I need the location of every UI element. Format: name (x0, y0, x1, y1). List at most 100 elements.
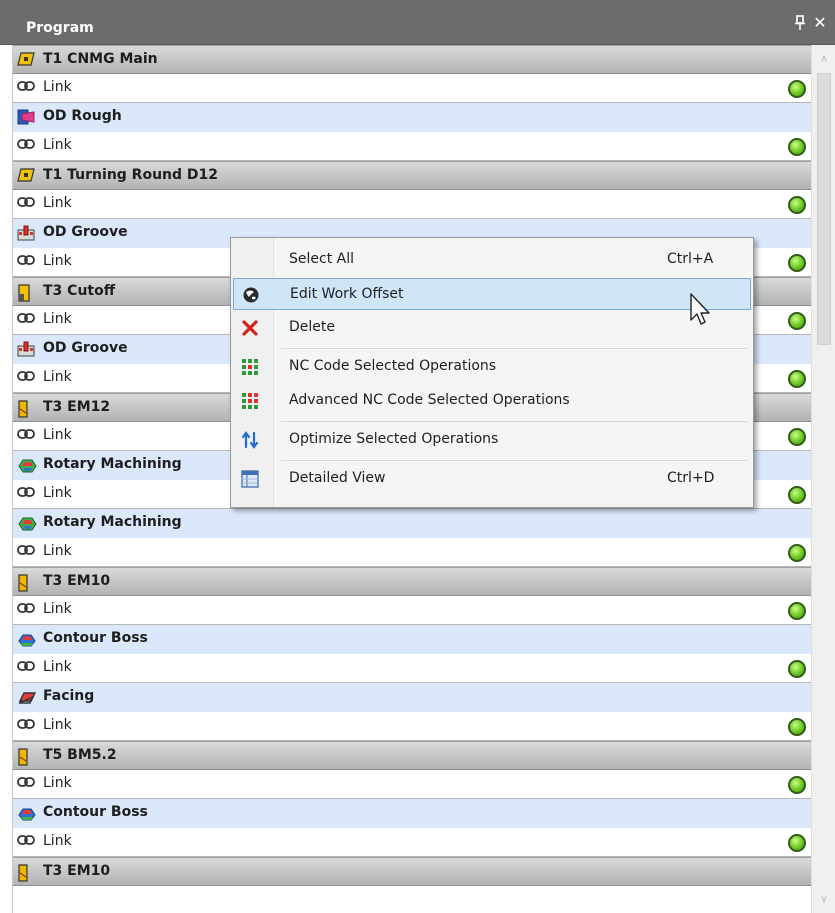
globe-icon (242, 286, 260, 304)
operation-row[interactable]: Facing (13, 683, 812, 712)
menu-item-nc-code-selected[interactable]: NC Code Selected Operations (233, 351, 751, 383)
link-icon (17, 602, 35, 618)
rotary-machining-icon (17, 457, 37, 473)
row-label: Rotary Machining (43, 514, 182, 530)
link-icon (17, 254, 35, 270)
row-label: Link (43, 659, 72, 675)
groove-operation-icon (17, 341, 35, 357)
scroll-down-arrow-icon[interactable]: ∨ (812, 885, 835, 913)
row-label: Link (43, 79, 72, 95)
row-label: T3 EM10 (43, 573, 111, 589)
menu-separator (281, 460, 747, 461)
menu-item-select-all[interactable]: Select All Ctrl+A (233, 244, 751, 276)
row-label: T5 BM5.2 (43, 747, 117, 763)
link-icon (17, 138, 35, 154)
status-ok-icon (788, 544, 806, 562)
panel-title: Program (26, 20, 94, 36)
row-label: T3 EM10 (43, 863, 111, 879)
row-label: Link (43, 137, 72, 153)
menu-item-edit-work-offset[interactable]: Edit Work Offset (233, 278, 751, 310)
endmill-tool-icon (17, 748, 35, 766)
menu-separator (281, 348, 747, 349)
operation-row[interactable]: Rotary Machining (13, 509, 812, 538)
row-label: Link (43, 253, 72, 269)
insert-tool-icon (17, 168, 35, 184)
tool-row[interactable]: T1 CNMG Main (13, 45, 812, 74)
endmill-tool-icon (17, 574, 35, 592)
menu-item-label: Optimize Selected Operations (289, 431, 499, 447)
tool-row[interactable]: T3 EM10 (13, 567, 812, 596)
status-ok-icon (788, 834, 806, 852)
link-row[interactable]: Link (13, 538, 812, 567)
row-label: OD Rough (43, 108, 122, 124)
menu-item-label: Select All (289, 251, 354, 267)
endmill-tool-icon (17, 864, 35, 882)
menu-item-delete[interactable]: Delete (233, 312, 751, 344)
status-ok-icon (788, 718, 806, 736)
row-label: T1 Turning Round D12 (43, 167, 219, 183)
link-row[interactable]: Link (13, 712, 812, 741)
menu-item-shortcut: Ctrl+D (667, 470, 715, 486)
menu-item-optimize-selected[interactable]: Optimize Selected Operations (233, 424, 751, 456)
link-icon (17, 80, 35, 96)
tool-row[interactable]: T5 BM5.2 (13, 741, 812, 770)
row-label: Link (43, 311, 72, 327)
menu-separator (281, 421, 747, 422)
link-row[interactable]: Link (13, 132, 812, 161)
status-ok-icon (788, 370, 806, 388)
row-label: Link (43, 369, 72, 385)
operation-row[interactable]: OD Rough (13, 103, 812, 132)
status-ok-icon (788, 486, 806, 504)
tool-row[interactable]: T1 Turning Round D12 (13, 161, 812, 190)
row-label: Link (43, 427, 72, 443)
link-row[interactable]: Link (13, 770, 812, 799)
mouse-cursor-icon (690, 293, 710, 325)
operation-row[interactable]: Contour Boss (13, 625, 812, 654)
link-icon (17, 718, 35, 734)
link-icon (17, 428, 35, 444)
status-ok-icon (788, 80, 806, 98)
menu-item-label: Delete (289, 319, 335, 335)
scroll-up-arrow-icon[interactable]: ∧ (812, 45, 835, 73)
row-label: T1 CNMG Main (43, 51, 158, 67)
vertical-scrollbar[interactable]: ∧ ∨ (811, 45, 835, 913)
link-row[interactable]: Link (13, 654, 812, 683)
link-icon (17, 776, 35, 792)
link-row[interactable]: Link (13, 596, 812, 625)
link-icon (17, 544, 35, 560)
link-icon (17, 660, 35, 676)
row-label: Link (43, 485, 72, 501)
contour-boss-icon (17, 631, 36, 647)
link-row[interactable]: Link (13, 190, 812, 219)
delete-x-icon (241, 319, 259, 337)
row-label: Rotary Machining (43, 456, 182, 472)
tool-row[interactable]: T3 EM10 (13, 857, 812, 886)
row-label: OD Groove (43, 340, 128, 356)
optimize-arrows-icon (241, 431, 259, 449)
menu-item-label: Advanced NC Code Selected Operations (289, 392, 570, 408)
menu-item-advanced-nc-code-selected[interactable]: Advanced NC Code Selected Operations (233, 385, 751, 417)
row-label: Link (43, 601, 72, 617)
link-icon (17, 834, 35, 850)
status-ok-icon (788, 196, 806, 214)
rough-operation-icon (17, 109, 35, 125)
rotary-machining-icon (17, 515, 37, 531)
link-row[interactable]: Link (13, 828, 812, 857)
operation-row[interactable]: Contour Boss (13, 799, 812, 828)
pin-icon[interactable] (793, 15, 807, 35)
nc-code-icon (241, 358, 259, 376)
close-icon[interactable]: ✕ (813, 13, 827, 33)
menu-item-label: NC Code Selected Operations (289, 358, 497, 374)
menu-item-detailed-view[interactable]: Detailed View Ctrl+D (233, 463, 751, 495)
row-label: T3 EM12 (43, 399, 111, 415)
row-label: Contour Boss (43, 804, 148, 820)
advanced-nc-code-icon (241, 392, 259, 410)
cutoff-tool-icon (17, 284, 35, 302)
menu-item-label: Detailed View (289, 470, 386, 486)
scroll-thumb[interactable] (817, 73, 831, 345)
status-ok-icon (788, 428, 806, 446)
row-label: Link (43, 717, 72, 733)
link-row[interactable]: Link (13, 74, 812, 103)
insert-tool-icon (17, 52, 35, 68)
status-ok-icon (788, 602, 806, 620)
